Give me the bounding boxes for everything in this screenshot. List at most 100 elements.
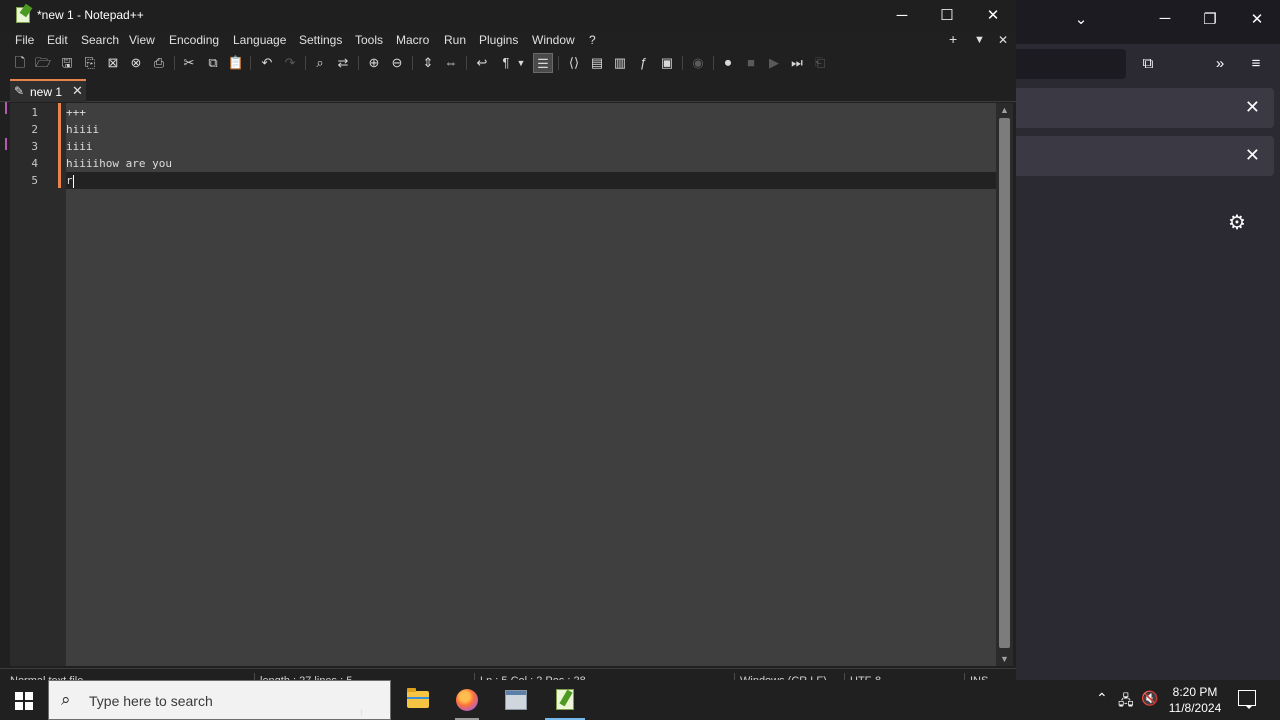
menu-plugins[interactable]: Plugins xyxy=(479,33,518,47)
folder-as-workspace-icon[interactable]: ▣ xyxy=(657,53,677,73)
browser-close-icon[interactable]: ✕ xyxy=(1244,10,1270,28)
editor-current-line[interactable]: r xyxy=(66,172,996,189)
menu-help[interactable]: ? xyxy=(589,33,596,47)
minimize-button[interactable]: ─ xyxy=(879,0,925,31)
replace-icon[interactable]: ⇄ xyxy=(333,53,353,73)
taskbar-firefox[interactable] xyxy=(443,680,491,720)
menu-tools[interactable]: Tools xyxy=(355,33,383,47)
toolbar-separator xyxy=(713,56,714,70)
save-macro-icon[interactable]: ⎗ xyxy=(810,53,830,73)
function-list-icon[interactable]: ƒ xyxy=(633,53,653,73)
tab-list-dropdown-icon[interactable]: ▼ xyxy=(974,34,985,46)
show-all-characters-icon[interactable]: ¶ xyxy=(496,53,516,73)
menu-view[interactable]: View xyxy=(129,33,155,47)
find-icon[interactable]: ⌕ xyxy=(310,53,330,73)
menu-macro[interactable]: Macro xyxy=(396,33,429,47)
close-all-icon[interactable]: ⊗ xyxy=(126,53,146,73)
save-all-icon[interactable]: ⎘ xyxy=(80,53,100,73)
taskbar-file-explorer[interactable] xyxy=(394,680,442,720)
record-macro-icon[interactable]: ⏺ xyxy=(718,53,738,73)
editor-line[interactable]: +++ xyxy=(66,104,996,121)
zoom-in-icon[interactable]: ⊕ xyxy=(364,53,384,73)
panel-close-icon[interactable]: ✕ xyxy=(1245,97,1260,118)
save-icon[interactable]: 🖫 xyxy=(57,53,77,73)
close-icon[interactable]: ⊠ xyxy=(103,53,123,73)
word-wrap-icon[interactable]: ↩ xyxy=(472,53,492,73)
new-tab-plus-icon[interactable]: + xyxy=(949,31,957,47)
tab-list-chevron-icon[interactable]: ⌄ xyxy=(1068,10,1094,28)
menu-file[interactable]: File xyxy=(15,33,34,47)
text-editor[interactable]: +++ hiiii iiii hiiiihow are you r xyxy=(66,103,996,666)
hamburger-menu-icon[interactable]: ≡ xyxy=(1244,52,1268,76)
vertical-scrollbar[interactable]: ▲ ▼ xyxy=(996,103,1013,666)
toolbar-separator xyxy=(682,56,683,70)
text-cursor-icon: I xyxy=(360,708,363,719)
menu-search[interactable]: Search xyxy=(81,33,119,47)
browser-panel-row-2[interactable]: ✕ xyxy=(1016,136,1274,176)
dropdown-icon[interactable]: ▼ xyxy=(514,53,528,73)
extensions-puzzle-icon[interactable]: ⧉ xyxy=(1136,52,1160,76)
zoom-out-icon[interactable]: ⊖ xyxy=(387,53,407,73)
indent-guide-icon[interactable]: ☰ xyxy=(533,53,553,73)
browser-minimize-icon[interactable]: ─ xyxy=(1152,10,1178,27)
taskbar-search-box[interactable]: ⌕ Type here to search xyxy=(48,680,391,720)
stop-recording-icon[interactable]: ■ xyxy=(741,53,761,73)
network-icon[interactable]: 🖧 xyxy=(1118,690,1134,714)
menu-language[interactable]: Language xyxy=(233,33,286,47)
clock-date: 11/8/2024 xyxy=(1168,701,1222,715)
monitoring-icon[interactable]: ◉ xyxy=(688,53,708,73)
new-file-icon[interactable]: 🗋 xyxy=(10,53,30,73)
volume-muted-icon[interactable]: 🔇 xyxy=(1141,690,1158,707)
panel-close-icon[interactable]: ✕ xyxy=(1245,145,1260,166)
tab-close-icon[interactable]: ✕ xyxy=(72,83,83,99)
run-macro-multiple-icon[interactable]: ⏭ xyxy=(787,53,807,73)
menu-settings[interactable]: Settings xyxy=(299,33,342,47)
start-button[interactable] xyxy=(0,680,48,720)
scroll-down-arrow-icon[interactable]: ▼ xyxy=(996,652,1013,666)
document-map-icon[interactable]: ▤ xyxy=(587,53,607,73)
toolbar-separator xyxy=(412,56,413,70)
system-clock[interactable]: 8:20 PM 11/8/2024 xyxy=(1160,684,1230,716)
xml-tag-icon[interactable]: ⟨⟩ xyxy=(564,53,584,73)
menu-run[interactable]: Run xyxy=(444,33,466,47)
toolbar-separator xyxy=(250,56,251,70)
browser-restore-icon[interactable]: ❐ xyxy=(1197,10,1223,28)
browser-panel-row-1[interactable]: ✕ xyxy=(1016,88,1274,128)
scroll-up-arrow-icon[interactable]: ▲ xyxy=(996,103,1013,117)
editor-line[interactable]: iiii xyxy=(66,138,996,155)
scrollbar-thumb[interactable] xyxy=(999,118,1010,648)
close-button[interactable]: ✕ xyxy=(970,0,1016,31)
file-explorer-icon xyxy=(407,688,429,708)
editor-line[interactable]: hiiii xyxy=(66,121,996,138)
taskbar-app-window[interactable] xyxy=(492,680,540,720)
overflow-chevrons-icon[interactable]: » xyxy=(1208,52,1232,76)
tab-new-1[interactable]: ✎ new 1 ✕ xyxy=(10,79,86,102)
menu-encoding[interactable]: Encoding xyxy=(169,33,219,47)
undo-icon[interactable]: ↶ xyxy=(257,53,277,73)
copy-icon[interactable]: ⧉ xyxy=(203,53,223,73)
close-tab-icon[interactable]: ✕ xyxy=(998,33,1008,47)
print-icon[interactable]: ⎙ xyxy=(149,53,169,73)
menu-edit[interactable]: Edit xyxy=(47,33,68,47)
playback-macro-icon[interactable]: ▶ xyxy=(764,53,784,73)
notepadpp-window: *new 1 - Notepad++ ─ ☐ ✕ File Edit Searc… xyxy=(0,0,1016,690)
windows-logo-icon xyxy=(25,692,33,700)
sync-horizontal-icon[interactable]: ⇔ xyxy=(441,53,461,73)
window-title: *new 1 - Notepad++ xyxy=(37,8,144,22)
browser-urlbar[interactable] xyxy=(1016,49,1126,79)
sync-vertical-icon[interactable]: ⇕ xyxy=(418,53,438,73)
cut-icon[interactable]: ✂ xyxy=(179,53,199,73)
taskbar-notepadpp[interactable] xyxy=(541,680,589,720)
show-hidden-icons-chevron-icon[interactable]: ⌃ xyxy=(1096,690,1108,707)
redo-icon[interactable]: ↷ xyxy=(280,53,300,73)
menu-window[interactable]: Window xyxy=(532,33,575,47)
settings-gear-icon[interactable]: ⚙ xyxy=(1228,210,1246,235)
paste-icon[interactable]: 📋 xyxy=(226,53,246,73)
document-list-icon[interactable]: ▥ xyxy=(610,53,630,73)
notification-center-icon[interactable] xyxy=(1238,690,1256,709)
open-file-icon[interactable]: 🗁 xyxy=(33,53,53,73)
editor-line[interactable]: hiiiihow are you xyxy=(66,155,996,172)
line-number: 5 xyxy=(31,174,38,187)
maximize-button[interactable]: ☐ xyxy=(924,0,970,31)
background-browser-window: ⌄ ─ ❐ ✕ ⧉ » ≡ ✕ ✕ ⚙ xyxy=(1016,0,1280,680)
